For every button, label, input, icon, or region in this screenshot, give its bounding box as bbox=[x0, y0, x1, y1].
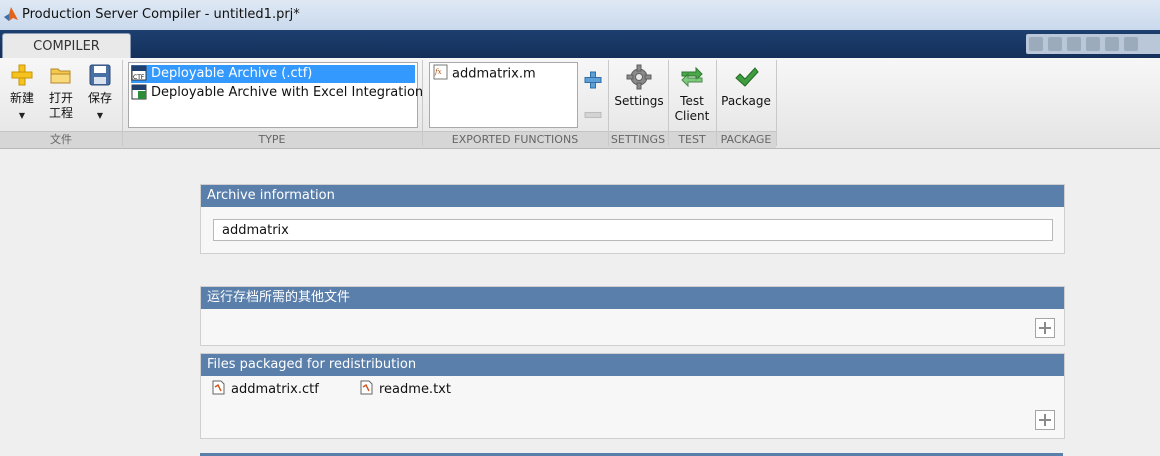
ribbon: 新建 ▼ 打开 工程 保存 ▼ 文件 CTF Deployable Archive… bbox=[0, 58, 1160, 149]
plus-icon bbox=[1039, 322, 1051, 334]
function-file-icon: fx bbox=[433, 64, 448, 80]
plus-icon bbox=[1039, 414, 1051, 426]
new-button[interactable]: 新建 ▼ bbox=[4, 63, 40, 123]
save-button[interactable]: 保存 ▼ bbox=[83, 63, 117, 123]
minus-icon bbox=[584, 112, 602, 118]
checkmark-icon bbox=[735, 67, 759, 87]
save-icon[interactable] bbox=[1029, 37, 1043, 51]
new-label: 新建 bbox=[9, 91, 34, 105]
plus-new-icon bbox=[11, 64, 33, 86]
function-label: addmatrix.m bbox=[452, 66, 536, 82]
chevron-down-icon: ▼ bbox=[18, 111, 26, 120]
quick-access-toolbar bbox=[1026, 34, 1160, 54]
open-project-button[interactable]: 打开 工程 bbox=[44, 63, 78, 121]
group-divider bbox=[776, 60, 777, 146]
group-label-file: 文件 bbox=[50, 133, 72, 146]
paste-icon[interactable] bbox=[1086, 37, 1100, 51]
window-title: Production Server Compiler - untitled1.p… bbox=[22, 7, 300, 22]
tab-strip: COMPILER bbox=[0, 30, 1160, 60]
gear-icon bbox=[626, 64, 652, 90]
open-label-2: 工程 bbox=[48, 106, 73, 120]
group-label-exported-functions: EXPORTED FUNCTIONS bbox=[451, 133, 579, 146]
redistribution-panel: Files packaged for redistribution addmat… bbox=[200, 353, 1065, 439]
type-option-excel-integration[interactable]: Deployable Archive with Excel Integratio… bbox=[131, 84, 423, 102]
file-item[interactable]: addmatrix.ctf bbox=[212, 380, 319, 397]
excel-archive-icon bbox=[131, 84, 147, 99]
undo-icon[interactable] bbox=[1105, 37, 1119, 51]
save-label: 保存 bbox=[87, 91, 112, 105]
test-label-2: Client bbox=[674, 109, 710, 123]
redistribution-header: Files packaged for redistribution bbox=[201, 354, 1064, 376]
group-label-settings: SETTINGS bbox=[610, 133, 666, 146]
file-icon bbox=[212, 380, 225, 395]
matlab-logo-icon bbox=[4, 7, 18, 21]
settings-button[interactable]: Settings bbox=[613, 64, 665, 109]
file-name: readme.txt bbox=[379, 382, 451, 397]
archive-information-panel: Archive information addmatrix bbox=[200, 184, 1065, 254]
add-file-button[interactable] bbox=[1035, 318, 1055, 338]
type-option-deployable-archive[interactable]: CTF Deployable Archive (.ctf) bbox=[131, 65, 415, 83]
cut-icon[interactable] bbox=[1048, 37, 1062, 51]
folder-open-icon bbox=[50, 68, 71, 84]
type-list[interactable]: CTF Deployable Archive (.ctf) Deployable … bbox=[128, 62, 423, 128]
package-label: Package bbox=[721, 94, 771, 108]
settings-label: Settings bbox=[614, 94, 664, 108]
group-label-type: TYPE bbox=[258, 133, 286, 146]
tab-compiler[interactable]: COMPILER bbox=[2, 33, 131, 60]
test-label-1: Test bbox=[680, 94, 704, 108]
archive-information-header: Archive information bbox=[201, 185, 1064, 207]
svg-text:CTF: CTF bbox=[133, 74, 145, 81]
additional-files-panel: 运行存档所需的其他文件 bbox=[200, 286, 1065, 346]
title-bar: Production Server Compiler - untitled1.p… bbox=[0, 0, 1160, 31]
ctf-archive-icon: CTF bbox=[131, 65, 147, 81]
group-label-package: PACKAGE bbox=[720, 133, 772, 146]
redo-icon[interactable] bbox=[1124, 37, 1138, 51]
svg-text:fx: fx bbox=[434, 68, 442, 76]
add-function-button[interactable] bbox=[583, 70, 603, 90]
function-item[interactable]: fx addmatrix.m bbox=[433, 64, 536, 82]
chevron-down-icon: ▼ bbox=[96, 111, 104, 120]
floppy-save-icon bbox=[89, 64, 111, 86]
type-option-label: Deployable Archive (.ctf) bbox=[151, 66, 313, 81]
group-label-test: TEST bbox=[678, 133, 706, 146]
package-button[interactable]: Package bbox=[719, 64, 773, 109]
copy-icon[interactable] bbox=[1067, 37, 1081, 51]
archive-name-field[interactable]: addmatrix bbox=[213, 219, 1053, 241]
file-icon bbox=[360, 380, 373, 395]
remove-function-button[interactable] bbox=[583, 105, 603, 125]
test-client-button[interactable]: Test Client bbox=[670, 64, 714, 124]
exported-functions-list[interactable]: fx addmatrix.m bbox=[429, 62, 578, 128]
test-arrows-icon bbox=[681, 66, 703, 88]
type-option-label: Deployable Archive with Excel Integratio… bbox=[151, 85, 424, 100]
add-redistribution-file-button[interactable] bbox=[1035, 410, 1055, 430]
open-label-1: 打开 bbox=[48, 91, 73, 105]
file-name: addmatrix.ctf bbox=[231, 382, 319, 397]
file-item[interactable]: readme.txt bbox=[360, 380, 451, 397]
additional-files-header: 运行存档所需的其他文件 bbox=[201, 287, 1064, 309]
plus-icon bbox=[584, 71, 602, 89]
